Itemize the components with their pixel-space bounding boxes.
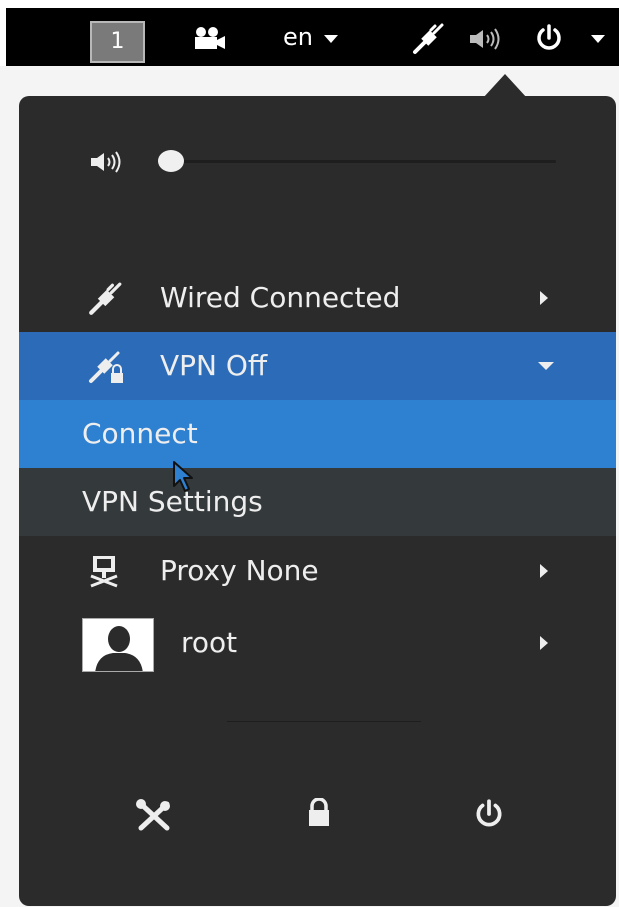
chevron-right-icon	[540, 291, 548, 305]
volume-slider-track[interactable]	[174, 160, 556, 163]
vpn-item[interactable]: VPN Off	[19, 332, 616, 400]
system-menu: Wired Connected VPN Off Connect VPN Sett…	[19, 96, 616, 906]
volume-icon	[89, 150, 125, 178]
top-panel: 1 en	[6, 8, 619, 66]
system-menu-dropdown-icon[interactable]	[591, 35, 605, 43]
volume-icon[interactable]	[468, 27, 504, 55]
chevron-right-icon	[540, 636, 548, 650]
workspace-indicator[interactable]: 1	[90, 21, 145, 63]
power-icon[interactable]	[534, 23, 564, 57]
proxy-icon	[89, 554, 119, 592]
chevron-right-icon	[540, 564, 548, 578]
wired-network-icon[interactable]	[411, 22, 445, 60]
volume-slider-handle[interactable]	[158, 150, 184, 172]
user-item[interactable]: root	[19, 606, 616, 684]
avatar	[82, 618, 154, 672]
proxy-label: Proxy None	[160, 554, 319, 587]
wired-connection-label: Wired Connected	[160, 281, 401, 314]
power-off-button[interactable]	[459, 786, 519, 846]
tools-icon	[135, 798, 173, 838]
language-indicator[interactable]: en	[283, 22, 313, 52]
menu-pointer	[483, 74, 527, 98]
lock-icon	[307, 797, 331, 832]
lock-button[interactable]	[289, 786, 349, 846]
video-camera-icon[interactable]	[192, 26, 226, 54]
language-dropdown-icon	[324, 35, 338, 43]
power-icon	[473, 798, 505, 834]
separator	[227, 721, 421, 722]
proxy-item[interactable]: Proxy None	[19, 536, 616, 606]
volume-row	[19, 96, 616, 226]
vpn-settings-item[interactable]: VPN Settings	[19, 468, 616, 536]
wired-network-icon	[87, 281, 123, 321]
mouse-cursor-icon	[172, 460, 196, 498]
vpn-connect-label: Connect	[82, 417, 198, 450]
chevron-down-icon	[538, 362, 554, 370]
vpn-lock-icon	[87, 349, 127, 389]
settings-button[interactable]	[125, 786, 185, 846]
vpn-connect-item[interactable]: Connect	[19, 400, 616, 468]
user-name-label: root	[181, 626, 238, 659]
vpn-label: VPN Off	[160, 349, 268, 382]
wired-connection-item[interactable]: Wired Connected	[19, 264, 616, 332]
